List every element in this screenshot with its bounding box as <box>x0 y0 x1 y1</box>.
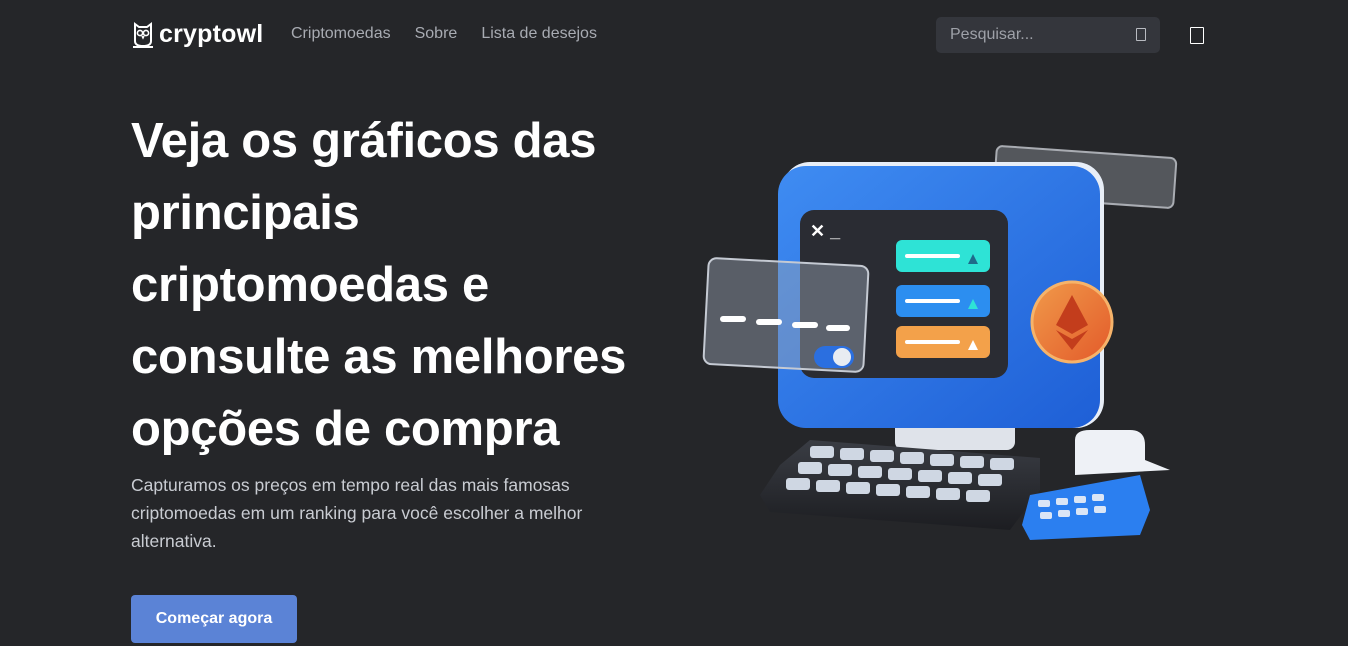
hero-illustration: ✕ _ <box>702 145 1178 540</box>
receipt-paper <box>1075 430 1170 475</box>
owl-icon <box>133 21 153 48</box>
payment-terminal <box>1022 475 1150 540</box>
nav-link-criptomoedas[interactable]: Criptomoedas <box>291 25 391 43</box>
nav-links: Criptomoedas Sobre Lista de desejos <box>291 25 597 43</box>
brand-name: cryptowl <box>159 20 264 48</box>
search-icon[interactable] <box>1136 28 1146 41</box>
start-now-button[interactable]: Começar agora <box>131 595 297 643</box>
theme-toggle-icon[interactable] <box>1190 27 1204 44</box>
search-input[interactable] <box>950 26 1130 44</box>
brand-logo[interactable]: cryptowl <box>131 20 263 49</box>
search-box <box>936 17 1160 53</box>
top-navbar: cryptowl Criptomoedas Sobre Lista de des… <box>0 0 1348 70</box>
nav-link-sobre[interactable]: Sobre <box>415 25 458 43</box>
hero-subtitle: Capturamos os preços em tempo real das m… <box>131 475 583 551</box>
terminal-prompt: ✕ _ <box>810 221 841 241</box>
hero-title: Veja os gráficos das principais criptomo… <box>131 114 627 456</box>
nav-link-lista-de-desejos[interactable]: Lista de desejos <box>481 25 597 43</box>
